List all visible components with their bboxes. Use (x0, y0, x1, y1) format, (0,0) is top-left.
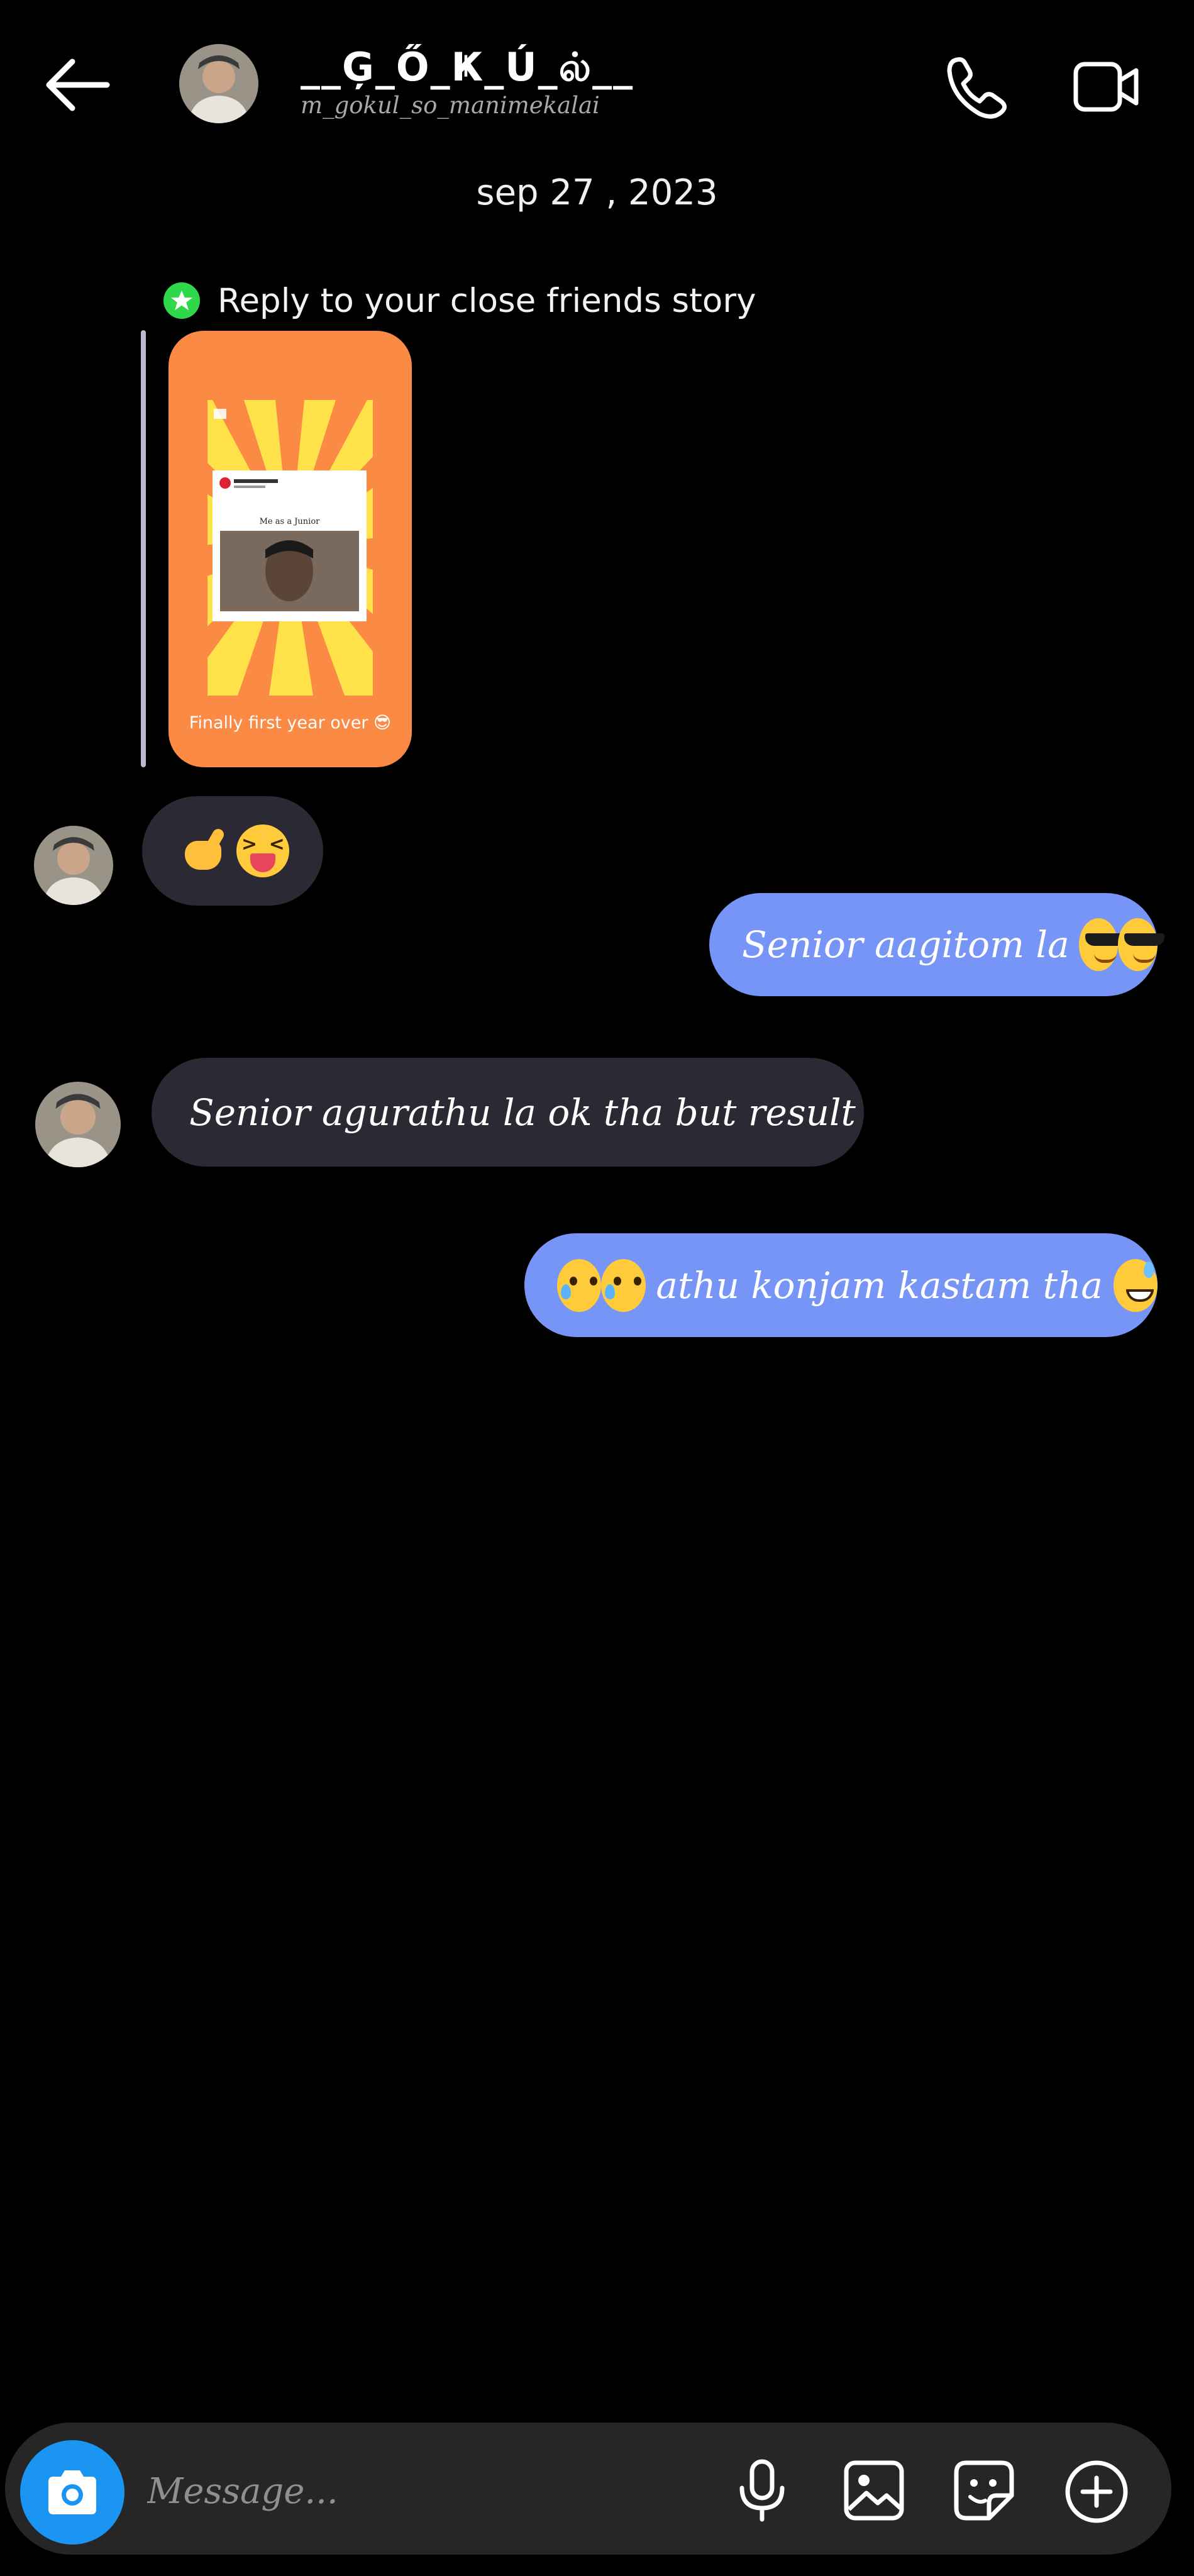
back-button[interactable] (44, 57, 113, 113)
reply-indicator-line (141, 330, 146, 767)
story-caption: Finally first year over 😎 (189, 713, 392, 733)
arrow-left-icon (46, 58, 110, 111)
microphone-icon (739, 2459, 785, 2522)
sender-avatar[interactable] (35, 1082, 121, 1167)
close-friends-star-icon (163, 282, 200, 319)
avatar[interactable] (179, 44, 258, 123)
more-options-button[interactable] (1064, 2459, 1129, 2524)
squinting-tongue-emoji (236, 824, 289, 877)
smiling-tear-face-emoji (601, 1258, 646, 1312)
voice-message-button[interactable] (733, 2459, 791, 2522)
profile-photo (179, 44, 258, 123)
profile-photo (34, 826, 113, 905)
audio-call-button[interactable] (943, 53, 1012, 123)
incoming-message-bubble[interactable]: Senior agurathu la ok tha but result (152, 1058, 864, 1167)
smiling-tear-face-emoji (557, 1258, 602, 1312)
camera-button[interactable] (20, 2440, 124, 2545)
grinning-sweat-face-emoji (1113, 1258, 1158, 1312)
call-me-hand-emoji (177, 824, 230, 877)
outgoing-message-bubble[interactable]: athu konjam kastam tha (524, 1233, 1158, 1337)
incoming-message-bubble[interactable] (142, 796, 323, 906)
message-input[interactable] (146, 2453, 702, 2529)
gallery-button[interactable] (843, 2459, 905, 2522)
story-reply-context: Reply to your close friends story (163, 281, 756, 320)
story-post-card: Me as a Junior (213, 470, 367, 621)
video-camera-icon (1073, 62, 1139, 112)
message-text: Senior aagitom la (742, 923, 1070, 966)
plus-circle-icon (1065, 2460, 1128, 2523)
outgoing-message-bubble[interactable]: Senior aagitom la (709, 893, 1164, 996)
profile-photo (35, 1082, 121, 1167)
sender-avatar[interactable] (34, 826, 113, 905)
message-text: athu konjam kastam tha (656, 1263, 1103, 1307)
contact-username: m_gokul_so_manimekalai (301, 92, 600, 119)
sunglasses-face-emoji (1078, 918, 1125, 971)
date-separator: sep 27 , 2023 (476, 172, 718, 213)
image-icon (844, 2460, 904, 2521)
message-text: Senior agurathu la ok tha but result (189, 1091, 856, 1134)
video-call-button[interactable] (1072, 55, 1141, 118)
story-preview[interactable]: Me as a Junior Finally first year over 😎 (169, 331, 412, 767)
sticker-button[interactable] (953, 2459, 1015, 2522)
story-reply-label: Reply to your close friends story (218, 281, 756, 320)
camera-icon (48, 2470, 96, 2514)
sticker-icon (954, 2460, 1014, 2521)
contact-name[interactable]: __Ģ_Ő_Ҝ_Ú_ல்__ (301, 45, 634, 89)
sunglasses-face-emoji (1118, 918, 1164, 971)
phone-icon (947, 57, 1007, 119)
story-post-caption: Me as a Junior (259, 517, 320, 526)
